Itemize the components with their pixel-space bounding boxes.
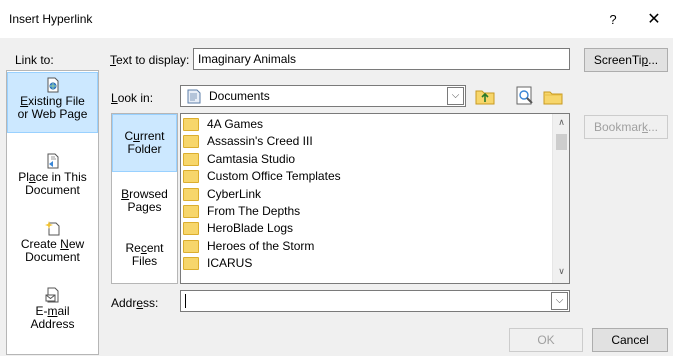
nav-current-folder[interactable]: Current Folder (112, 114, 177, 172)
new-document-icon (44, 221, 59, 236)
help-button[interactable]: ? (602, 9, 624, 31)
nav-recent-files[interactable]: Recent Files (112, 238, 177, 278)
title-bar: Insert Hyperlink ? ✕ (0, 0, 673, 38)
look-in-value: Documents (209, 89, 270, 103)
file-row[interactable]: Heroes of the Storm (183, 238, 543, 255)
file-row[interactable]: CyberLink (183, 186, 543, 203)
file-row[interactable]: Camtasia Studio (183, 151, 543, 168)
link-place-in-document[interactable]: Place in This Document (7, 149, 98, 199)
insert-hyperlink-dialog: Insert Hyperlink ? ✕ Link to: Text to di… (0, 0, 673, 356)
folder-icon (183, 152, 199, 166)
screentip-button[interactable]: ScreenTip... (584, 48, 668, 72)
file-name: Camtasia Studio (207, 151, 296, 166)
file-name: Heroes of the Storm (207, 238, 315, 253)
file-list[interactable]: 4A Games Assassin's Creed III Camtasia Stu… (180, 113, 570, 284)
folder-icon (183, 135, 199, 149)
scroll-thumb[interactable] (556, 134, 567, 150)
scroll-up-icon[interactable]: ∧ (553, 117, 569, 128)
link-create-new-document[interactable]: Create New Document (7, 216, 98, 266)
link-to-label: Link to: (15, 53, 54, 67)
text-to-display-label: Text to display: (110, 53, 190, 67)
address-input[interactable]: ⌵ (180, 290, 570, 312)
file-list-scrollbar[interactable]: ∧ ∨ (552, 114, 569, 283)
folder-icon (183, 257, 199, 271)
link-email-address-label: E-mail Address (30, 304, 75, 331)
folder-icon (183, 118, 199, 131)
existing-file-icon (47, 77, 58, 93)
bookmark-button[interactable]: Bookmark... (584, 115, 668, 139)
folder-icon (183, 187, 199, 201)
place-in-document-icon (47, 153, 58, 169)
ok-button[interactable]: OK (509, 328, 583, 352)
file-name: CyberLink (207, 186, 262, 201)
email-icon (45, 287, 58, 303)
folder-nav-panel: Current Folder Browsed Pages Recent Files (111, 113, 178, 284)
link-place-in-document-label: Place in This Document (18, 170, 87, 197)
file-name: From The Depths (207, 204, 301, 218)
browse-web-icon[interactable] (514, 85, 536, 107)
text-caret (185, 294, 186, 308)
documents-folder-icon (187, 89, 201, 104)
nav-browsed-pages[interactable]: Browsed Pages (112, 184, 177, 224)
file-name: Assassin's Creed III (207, 134, 313, 149)
folder-icon (183, 170, 199, 184)
link-existing-file[interactable]: Existing File or Web Page (7, 72, 98, 133)
folder-icon (183, 205, 199, 218)
text-to-display-input[interactable]: Imaginary Animals (193, 48, 570, 70)
file-row[interactable]: 4A Games (183, 116, 543, 133)
cancel-button[interactable]: Cancel (592, 328, 668, 352)
close-button[interactable]: ✕ (643, 9, 665, 31)
file-row[interactable]: Assassin's Creed III (183, 133, 543, 150)
file-row[interactable]: HeroBlade Logs (183, 220, 543, 237)
folder-icon (183, 222, 199, 236)
browse-file-icon[interactable] (542, 85, 564, 107)
folder-icon (183, 239, 199, 253)
address-chevron-down-icon[interactable]: ⌵ (551, 292, 568, 310)
file-name: ICARUS (207, 256, 253, 271)
file-row[interactable]: Custom Office Templates (183, 168, 543, 185)
address-label: Address: (111, 296, 159, 310)
up-folder-icon[interactable] (474, 85, 496, 107)
link-to-panel: Existing File or Web Page Place in This Do… (6, 70, 99, 355)
file-name: HeroBlade Logs (207, 221, 294, 236)
file-name: 4A Games (207, 117, 264, 131)
link-existing-file-label: Existing File or Web Page (17, 94, 88, 121)
look-in-dropdown[interactable]: Documents ⌵ (180, 85, 466, 107)
look-in-label: Look in: (111, 91, 154, 105)
file-name: Custom Office Templates (207, 169, 341, 184)
file-row[interactable]: ICARUS (183, 255, 543, 272)
file-row[interactable]: From The Depths (183, 203, 543, 220)
link-email-address[interactable]: E-mail Address (7, 283, 98, 341)
scroll-down-icon[interactable]: ∨ (553, 266, 569, 277)
link-create-new-document-label: Create New Document (20, 237, 85, 264)
dialog-title: Insert Hyperlink (9, 12, 93, 26)
look-in-chevron-down-icon[interactable]: ⌵ (447, 87, 464, 105)
